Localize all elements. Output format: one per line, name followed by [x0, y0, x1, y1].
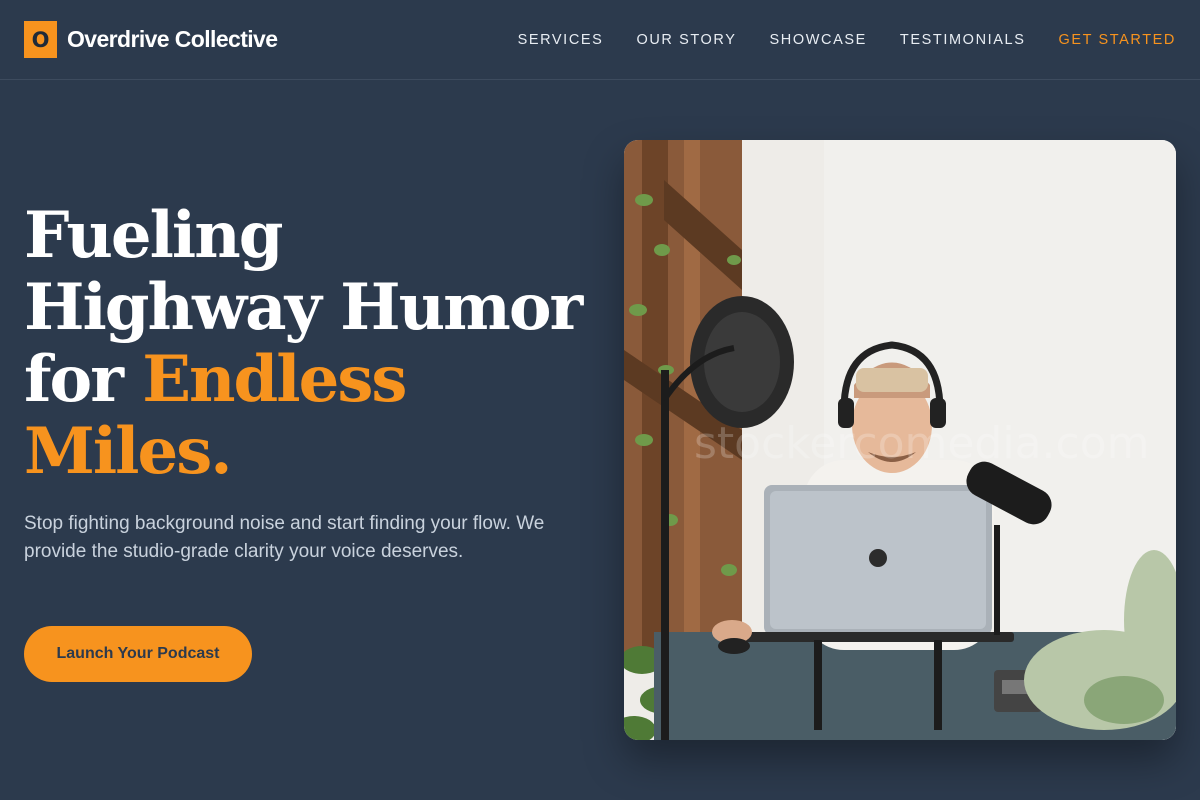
image-watermark: stockercomedia.com — [694, 418, 1150, 469]
hero-title: Fueling Highway Humor for Endless Miles. — [24, 200, 604, 488]
hero-subtitle: Stop fighting background noise and start… — [24, 513, 545, 562]
hero-title-line-1: Fueling — [24, 198, 283, 273]
hero-title-line-2: Highway Humor — [24, 270, 583, 345]
hero-title-accent-1: Endless — [142, 342, 407, 417]
hero-photo: stockercomedia.com — [624, 140, 1176, 740]
hero-title-accent-2: Miles. — [24, 414, 232, 489]
nav-link-our-story[interactable]: OUR STORY — [636, 32, 736, 48]
brand-logo[interactable]: O Overdrive Collective — [24, 21, 278, 58]
launch-podcast-button[interactable]: Launch Your Podcast — [24, 626, 252, 682]
podcaster-photo-illustration: stockercomedia.com — [624, 140, 1176, 740]
top-navigation: O Overdrive Collective SERVICES OUR STOR… — [0, 0, 1200, 80]
nav-link-services[interactable]: SERVICES — [518, 32, 604, 48]
nav-get-started-link[interactable]: GET STARTED — [1058, 32, 1176, 48]
brand-name: Overdrive Collective — [67, 26, 278, 52]
brand-mark-icon: O — [24, 21, 57, 58]
nav-link-showcase[interactable]: SHOWCASE — [770, 32, 867, 48]
main-menu: SERVICES OUR STORY SHOWCASE TESTIMONIALS… — [518, 32, 1176, 48]
nav-link-testimonials[interactable]: TESTIMONIALS — [900, 32, 1026, 48]
hero-title-line-3: for — [24, 342, 143, 417]
